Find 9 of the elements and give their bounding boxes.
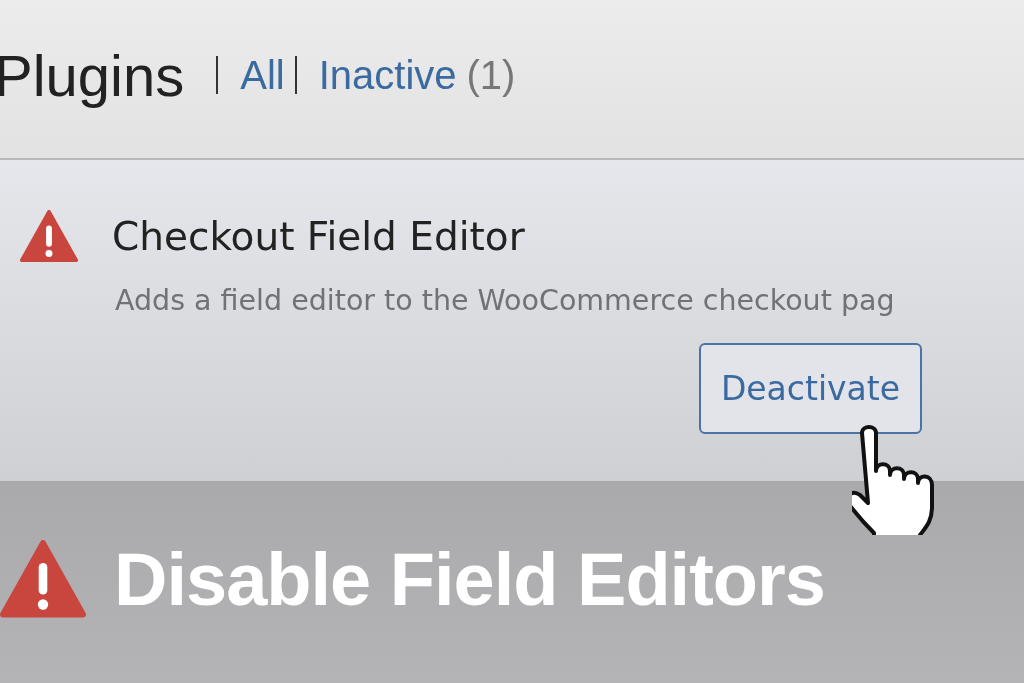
filter-link[interactable]: Inactive	[318, 52, 457, 98]
filter-link[interactable]: All	[240, 52, 285, 98]
filter-count: (1)	[466, 52, 516, 98]
banner-heading: Disable Field Editors	[114, 536, 825, 622]
warning-icon	[20, 210, 78, 263]
deactivate-button[interactable]: Deactivate	[699, 343, 922, 435]
plugin-name: Checkout Field Editor	[112, 213, 525, 259]
plugin-description: Adds a field editor to the WooCommerce checkout pag	[115, 284, 896, 318]
warning-icon	[0, 540, 86, 618]
